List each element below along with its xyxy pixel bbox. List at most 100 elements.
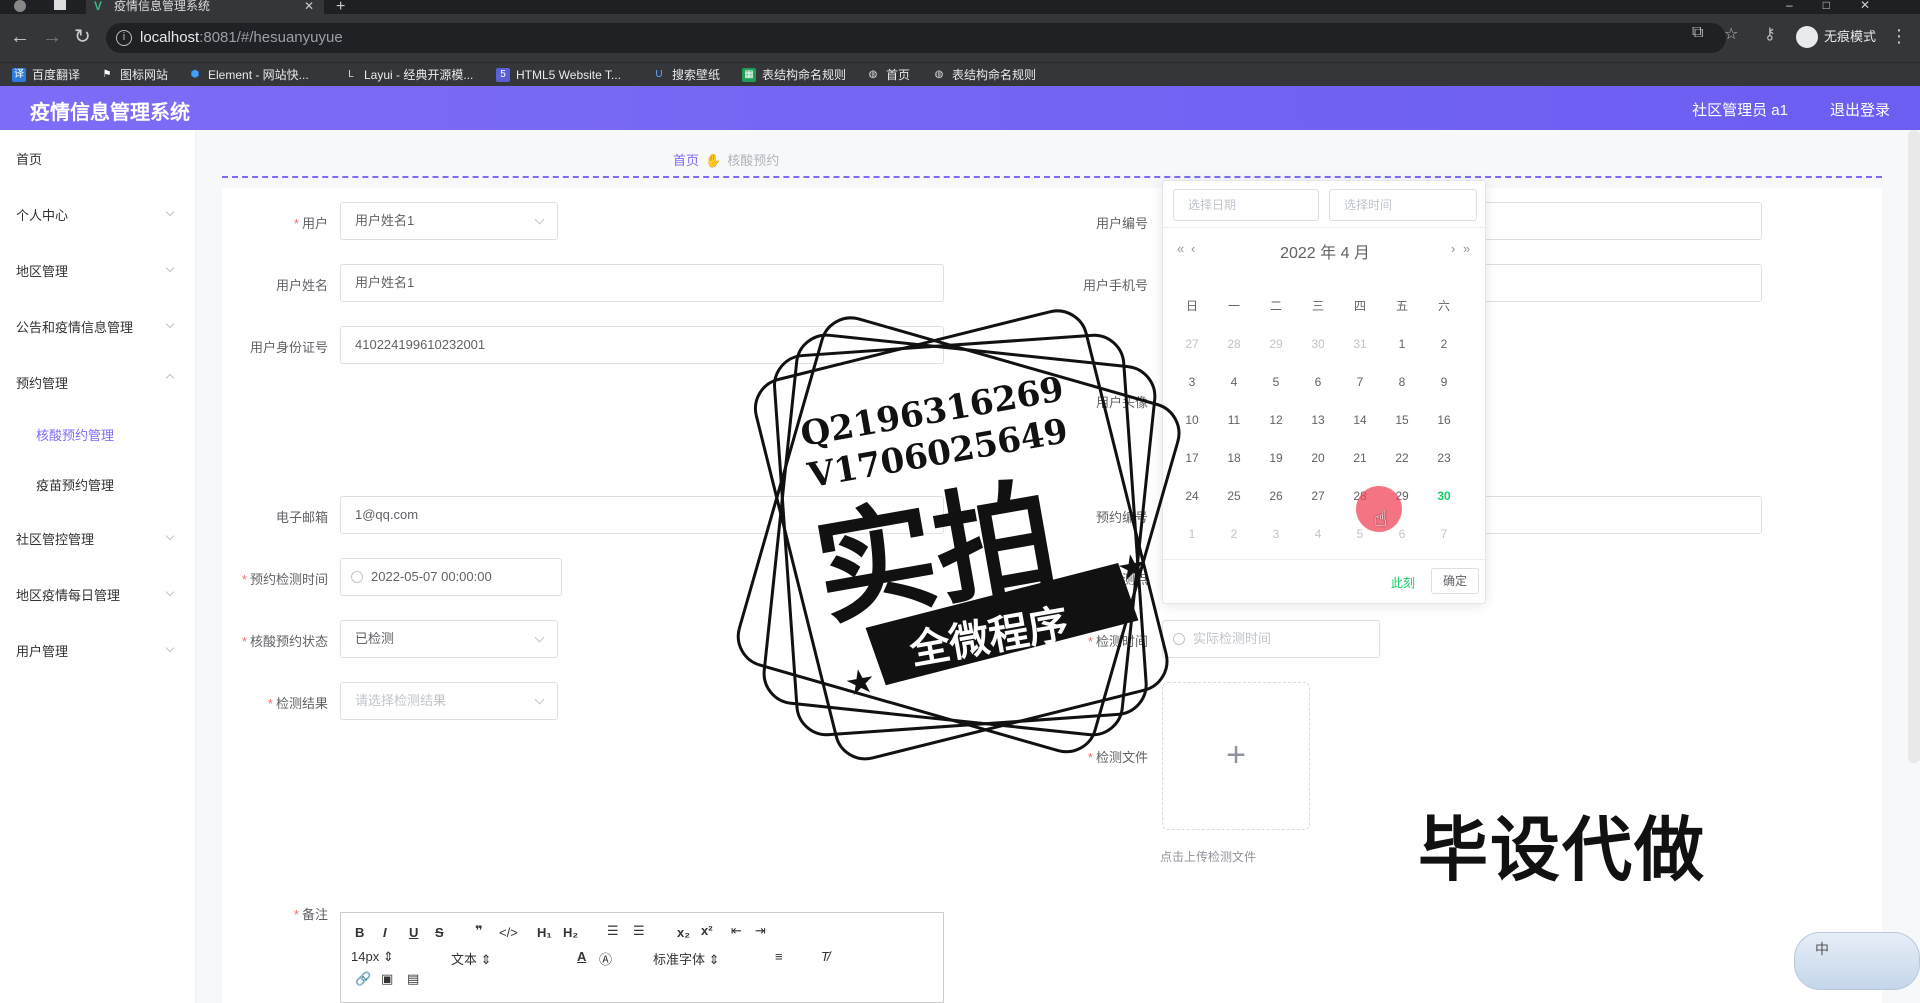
link-icon[interactable]: 🔗 <box>355 971 371 987</box>
sidebar-item-home[interactable]: 首页 <box>16 149 42 168</box>
browser-menu-icon[interactable] <box>14 0 26 12</box>
calendar-day[interactable]: 14 <box>1339 413 1381 427</box>
sidebar-item-control[interactable]: 社区管控管理 <box>16 529 94 548</box>
calendar-day[interactable]: 29 <box>1255 337 1297 351</box>
sidebar-item-region[interactable]: 地区管理 <box>16 261 68 280</box>
ordered-list-button[interactable]: ☰ <box>607 923 619 939</box>
back-icon[interactable]: ← <box>10 27 30 47</box>
font-size-select[interactable]: 14px ⇕ <box>351 949 394 965</box>
bold-button[interactable]: B <box>355 925 364 940</box>
font-color-button[interactable]: A <box>577 949 586 964</box>
italic-button[interactable]: I <box>383 925 387 940</box>
calendar-day[interactable]: 4 <box>1297 527 1339 541</box>
user-select[interactable]: 用户姓名1 <box>340 202 558 240</box>
calendar-day[interactable]: 8 <box>1381 375 1423 389</box>
bg-color-button[interactable]: Ⓐ <box>599 949 612 968</box>
next-year-icon[interactable]: » <box>1463 241 1470 256</box>
incognito-indicator[interactable]: 无痕模式 <box>1796 22 1876 52</box>
calendar-day[interactable]: 5 <box>1255 375 1297 389</box>
page-scrollbar[interactable] <box>1908 130 1920 763</box>
calendar-day[interactable]: 7 <box>1423 527 1465 541</box>
bookmark-star-icon[interactable]: ☆ <box>1724 24 1738 44</box>
sidebar-sub-vaccine[interactable]: 疫苗预约管理 <box>36 475 114 494</box>
tab-close-icon[interactable]: ✕ <box>304 0 314 12</box>
calendar-day[interactable]: 18 <box>1213 451 1255 465</box>
rich-text-editor[interactable]: B I U S ❞ </> H₁ H₂ ☰ ☰ x₂ x² ⇤ ⇥ 14px ⇕… <box>340 912 944 1003</box>
picker-confirm-button[interactable]: 确定 <box>1431 568 1479 594</box>
calendar-day[interactable]: 6 <box>1297 375 1339 389</box>
calendar-day[interactable]: 23 <box>1423 451 1465 465</box>
calendar-day[interactable]: 20 <box>1297 451 1339 465</box>
calendar-day[interactable]: 9 <box>1423 375 1465 389</box>
calendar-day[interactable]: 28 <box>1213 337 1255 351</box>
bookmark-item[interactable]: ⚑ 图标网站 <box>100 67 169 83</box>
subscript-button[interactable]: x₂ <box>677 925 690 940</box>
picker-date-input[interactable]: 选择日期 <box>1173 189 1319 221</box>
sidebar-item-booking[interactable]: 预约管理 <box>16 373 68 392</box>
sidebar-item-profile[interactable]: 个人中心 <box>16 205 68 224</box>
calendar-day[interactable]: 1 <box>1381 337 1423 351</box>
clear-format-button[interactable]: T̸ <box>821 949 829 964</box>
indent-button[interactable]: ⇥ <box>755 923 766 939</box>
calendar-day[interactable]: 31 <box>1339 337 1381 351</box>
strike-button[interactable]: S <box>435 925 444 940</box>
sidebar-item-notice[interactable]: 公告和疫情信息管理 <box>16 317 133 336</box>
code-button[interactable]: </> <box>499 925 518 940</box>
bookmark-item[interactable]: ▦ 表结构命名规则 <box>742 67 846 83</box>
ime-badge[interactable]: 中 <box>1794 932 1920 990</box>
status-select[interactable]: 已检测 <box>340 620 558 658</box>
bookmark-item[interactable]: U 搜索壁纸 <box>652 67 720 83</box>
window-controls[interactable]: –□✕ <box>1786 0 1900 12</box>
logout-link[interactable]: 退出登录 <box>1830 99 1890 120</box>
calendar-day[interactable]: 2 <box>1423 337 1465 351</box>
calendar-day[interactable]: 2 <box>1213 527 1255 541</box>
sidebar-item-daily[interactable]: 地区疫情每日管理 <box>16 585 120 604</box>
site-info-icon[interactable]: i <box>116 30 132 46</box>
browser-tab[interactable]: V 疫情信息管理系统 ✕ <box>86 0 324 14</box>
calendar-day[interactable]: 30 <box>1297 337 1339 351</box>
image-icon[interactable]: ▣ <box>381 971 393 987</box>
translate-icon[interactable]: ⧉ <box>1692 24 1703 42</box>
bookmark-item[interactable]: ◍ 首页 <box>866 67 910 83</box>
breadcrumb-home[interactable]: 首页 <box>673 153 699 168</box>
calendar-day[interactable]: 3 <box>1255 527 1297 541</box>
bookmark-item[interactable]: ◍ 表结构命名规则 <box>932 67 1036 83</box>
video-icon[interactable]: ▤ <box>407 971 419 987</box>
calendar-day[interactable]: 7 <box>1339 375 1381 389</box>
calendar-day[interactable]: 22 <box>1381 451 1423 465</box>
browser-menu-kebab-icon[interactable]: ⋮ <box>1890 26 1908 47</box>
calendar-day[interactable]: 26 <box>1255 489 1297 503</box>
picker-now-button[interactable]: 此刻 <box>1391 574 1415 591</box>
bookmark-item[interactable]: ⬢ Element - 网站快... <box>188 67 309 83</box>
sidebar-item-users[interactable]: 用户管理 <box>16 641 68 660</box>
window-icon[interactable] <box>54 0 66 10</box>
block-format-select[interactable]: 文本 ⇕ <box>451 949 492 968</box>
key-icon[interactable]: ⚷ <box>1764 24 1776 44</box>
bookmark-item[interactable]: 5 HTML5 Website T... <box>496 67 621 83</box>
calendar-day[interactable]: 27 <box>1297 489 1339 503</box>
sidebar-sub-nucleic[interactable]: 核酸预约管理 <box>36 425 114 444</box>
calendar-day[interactable]: 4 <box>1213 375 1255 389</box>
calendar-day[interactable]: 19 <box>1255 451 1297 465</box>
bookmark-item[interactable]: L Layui - 经典开源模... <box>344 67 473 83</box>
calendar-day[interactable]: 13 <box>1297 413 1339 427</box>
calendar-day[interactable]: 25 <box>1213 489 1255 503</box>
quote-button[interactable]: ❞ <box>475 923 483 939</box>
bullet-list-button[interactable]: ☰ <box>633 923 645 939</box>
booking-time-input[interactable]: 2022-05-07 00:00:00 <box>340 558 562 596</box>
calendar-day[interactable]: 12 <box>1255 413 1297 427</box>
calendar-day[interactable]: 15 <box>1381 413 1423 427</box>
next-month-icon[interactable]: › <box>1451 241 1455 256</box>
h2-button[interactable]: H₂ <box>563 925 578 940</box>
url-bar[interactable]: i localhost:8081/#/hesuanyuyue <box>106 23 1726 53</box>
h1-button[interactable]: H₁ <box>537 925 552 940</box>
align-button[interactable]: ≡ <box>775 949 783 964</box>
font-family-select[interactable]: 标准字体 ⇕ <box>653 949 720 968</box>
reload-icon[interactable]: ↻ <box>74 27 91 47</box>
underline-button[interactable]: U <box>409 925 418 940</box>
forward-icon[interactable]: → <box>42 27 62 47</box>
calendar-day[interactable]: 16 <box>1423 413 1465 427</box>
picker-time-input[interactable]: 选择时间 <box>1329 189 1477 221</box>
outdent-button[interactable]: ⇤ <box>731 923 742 939</box>
calendar-day[interactable]: 11 <box>1213 413 1255 427</box>
